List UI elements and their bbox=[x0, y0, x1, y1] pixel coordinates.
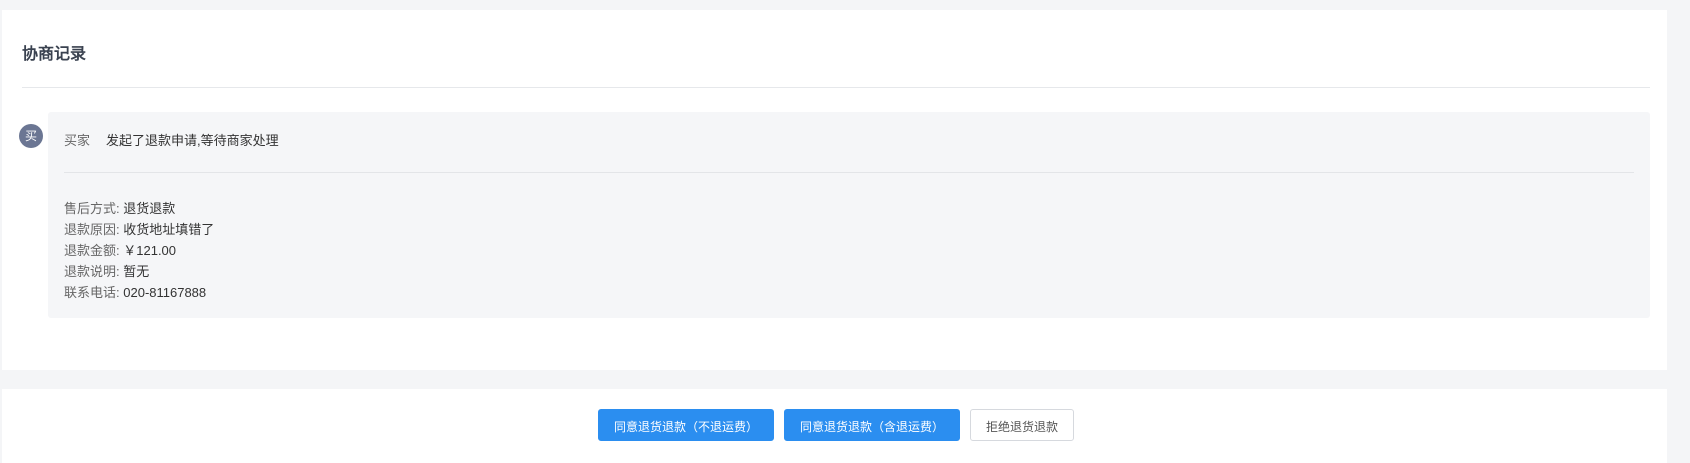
detail-value: 收货地址填错了 bbox=[123, 222, 215, 237]
buyer-avatar: 买 bbox=[19, 124, 43, 148]
record-divider bbox=[64, 172, 1634, 173]
section-title: 协商记录 bbox=[22, 46, 87, 63]
record-actor: 买家 bbox=[64, 133, 91, 148]
agree-refund-no-shipping-button[interactable]: 同意退货退款（不退运费） bbox=[598, 409, 774, 441]
detail-label: 退款金额: bbox=[64, 243, 120, 258]
section-divider bbox=[22, 87, 1650, 88]
agree-refund-with-shipping-button[interactable]: 同意退货退款（含退运费） bbox=[784, 409, 960, 441]
detail-row-reason: 退款原因: 收货地址填错了 bbox=[64, 219, 214, 240]
detail-row-phone: 联系电话: 020-81167888 bbox=[64, 282, 214, 303]
detail-label: 退款原因: bbox=[64, 222, 120, 237]
detail-label: 退款说明: bbox=[64, 264, 120, 279]
detail-value: ￥121.00 bbox=[123, 243, 177, 258]
record-action: 发起了退款申请,等待商家处理 bbox=[106, 133, 279, 148]
record-entry: 买家 发起了退款申请,等待商家处理 售后方式: 退货退款 退款原因: 收货地址填… bbox=[48, 112, 1650, 318]
detail-label: 联系电话: bbox=[64, 285, 120, 300]
detail-value: 退货退款 bbox=[123, 201, 176, 216]
detail-row-amount: 退款金额: ￥121.00 bbox=[64, 240, 214, 261]
action-bar: 同意退货退款（不退运费） 同意退货退款（含退运费） 拒绝退货退款 bbox=[2, 389, 1667, 463]
detail-value: 暂无 bbox=[123, 264, 150, 279]
detail-row-description: 退款说明: 暂无 bbox=[64, 261, 214, 282]
detail-row-method: 售后方式: 退货退款 bbox=[64, 198, 214, 219]
reject-refund-button[interactable]: 拒绝退货退款 bbox=[970, 409, 1074, 441]
negotiation-record-card: 协商记录 买 买家 发起了退款申请,等待商家处理 售后方式: 退货退款 退款原因… bbox=[2, 10, 1667, 370]
refund-details: 售后方式: 退货退款 退款原因: 收货地址填错了 退款金额: ￥121.00 退… bbox=[64, 198, 214, 303]
detail-label: 售后方式: bbox=[64, 201, 120, 216]
detail-value: 020-81167888 bbox=[123, 285, 207, 300]
